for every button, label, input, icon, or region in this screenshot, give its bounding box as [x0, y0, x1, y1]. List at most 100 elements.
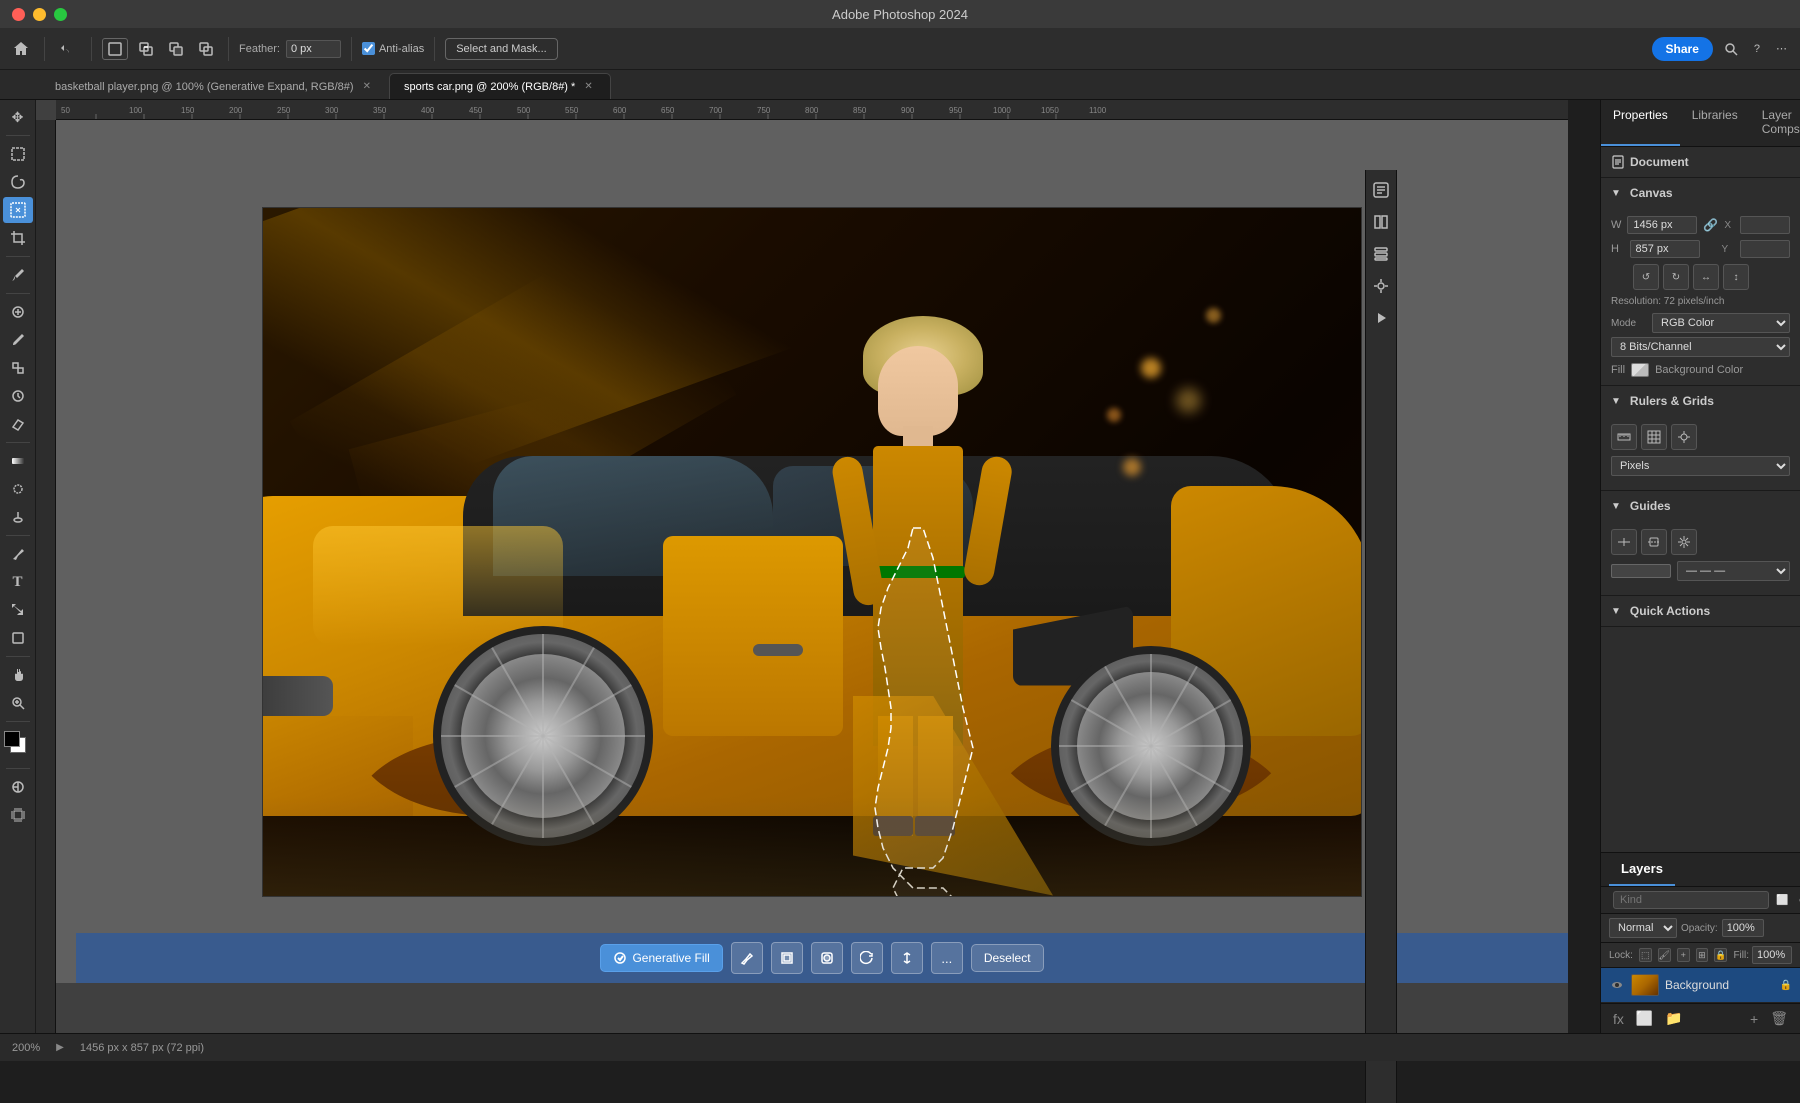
- rotate-ccw-button[interactable]: ↺: [1633, 264, 1659, 290]
- close-button[interactable]: [12, 8, 25, 21]
- flip-v-button[interactable]: ↕: [1723, 264, 1749, 290]
- path-select-tool-button[interactable]: [3, 597, 33, 623]
- guide-style-select[interactable]: — — — ——— · · ·: [1677, 561, 1790, 581]
- delete-layer-button[interactable]: 🗑: [1766, 1008, 1792, 1029]
- more-button[interactable]: ⋯: [1771, 39, 1792, 58]
- more-options-button[interactable]: ...: [931, 942, 963, 974]
- fill-input[interactable]: [1752, 946, 1792, 964]
- filter-adj-button[interactable]: ◐: [1795, 894, 1800, 907]
- marquee-tool-button[interactable]: [3, 141, 33, 167]
- new-selection-button[interactable]: [102, 38, 128, 60]
- crop-tool-button[interactable]: [3, 225, 33, 251]
- lock-transparent-button[interactable]: ⬚: [1639, 948, 1652, 962]
- foreground-color-swatch[interactable]: [4, 731, 20, 747]
- add-guide-v-button[interactable]: [1641, 529, 1667, 555]
- layers-tab[interactable]: Layers: [1609, 853, 1675, 886]
- opacity-input[interactable]: [1722, 919, 1764, 937]
- brush-tool-button[interactable]: [3, 327, 33, 353]
- blur-tool-button[interactable]: [3, 476, 33, 502]
- grid-icon-button[interactable]: [1641, 424, 1667, 450]
- maximize-button[interactable]: [54, 8, 67, 21]
- rotate-button[interactable]: [851, 942, 883, 974]
- mode-select[interactable]: RGB Color CMYK Color Grayscale: [1652, 313, 1790, 333]
- object-select-tool-button[interactable]: [3, 197, 33, 223]
- adjustments-panel-button[interactable]: [1367, 272, 1395, 300]
- subtract-selection-button[interactable]: [164, 39, 188, 59]
- add-guide-h-button[interactable]: [1611, 529, 1637, 555]
- dodge-tool-button[interactable]: [3, 504, 33, 530]
- stroke-tool-button[interactable]: [731, 942, 763, 974]
- tab-sports-car-close[interactable]: ✕: [581, 80, 595, 93]
- tab-basketball[interactable]: basketball player.png @ 100% (Generative…: [40, 73, 389, 99]
- link-wh-icon[interactable]: 🔗: [1703, 218, 1718, 232]
- undo-button[interactable]: [55, 38, 81, 60]
- tab-layer-comps[interactable]: Layer Comps: [1750, 100, 1800, 146]
- tab-properties[interactable]: Properties: [1601, 100, 1680, 146]
- lock-all-button[interactable]: 🔒: [1714, 948, 1727, 962]
- lock-position-button[interactable]: +: [1677, 948, 1690, 962]
- canvas-height-input[interactable]: [1630, 240, 1700, 258]
- layers-search-input[interactable]: [1613, 891, 1769, 909]
- transform-button[interactable]: [771, 942, 803, 974]
- rulers-grids-header[interactable]: ▼ Rulers & Grids: [1601, 386, 1800, 416]
- generative-fill-button[interactable]: Generative Fill: [600, 944, 722, 972]
- shape-tool-button[interactable]: [3, 625, 33, 651]
- anti-alias-wrap[interactable]: Anti-alias: [362, 42, 424, 55]
- add-fill-adjustment-button[interactable]: fx: [1609, 1009, 1628, 1029]
- minimize-button[interactable]: [33, 8, 46, 21]
- layer-visibility-toggle[interactable]: [1609, 977, 1625, 993]
- tab-libraries[interactable]: Libraries: [1680, 100, 1750, 146]
- color-swatches[interactable]: [4, 731, 32, 759]
- share-button[interactable]: Share: [1652, 37, 1713, 61]
- zoom-fit-button[interactable]: ▶: [56, 1042, 64, 1053]
- anti-alias-checkbox[interactable]: [362, 42, 375, 55]
- hand-tool-button[interactable]: [3, 662, 33, 688]
- history-tool-button[interactable]: [3, 383, 33, 409]
- eyedropper-tool-button[interactable]: [3, 262, 33, 288]
- tab-basketball-close[interactable]: ✕: [360, 80, 374, 93]
- feather-input[interactable]: [286, 40, 341, 58]
- add-selection-button[interactable]: [134, 39, 158, 59]
- ruler-units-select[interactable]: Pixels Inches Centimeters Points: [1611, 456, 1790, 476]
- artboard-button[interactable]: [3, 802, 33, 828]
- canvas-area[interactable]: 50 100 150 200 250 300 350 400 450 500: [36, 100, 1568, 1033]
- canvas-header[interactable]: ▼ Canvas: [1601, 178, 1800, 208]
- select-mask-button[interactable]: Select and Mask...: [445, 38, 558, 60]
- snap-icon-button[interactable]: [1671, 424, 1697, 450]
- libraries-panel-button[interactable]: [1367, 208, 1395, 236]
- help-button[interactable]: ?: [1749, 40, 1765, 58]
- rotate-cw-button[interactable]: ↻: [1663, 264, 1689, 290]
- guides-settings-button[interactable]: [1671, 529, 1697, 555]
- properties-panel-button[interactable]: [1367, 176, 1395, 204]
- healing-tool-button[interactable]: [3, 299, 33, 325]
- layer-comps-panel-button[interactable]: [1367, 240, 1395, 268]
- add-mask-button[interactable]: ⬜: [1632, 1008, 1657, 1029]
- create-new-layer-button[interactable]: +: [1746, 1009, 1762, 1029]
- play-button[interactable]: [1367, 304, 1395, 332]
- gradient-tool-button[interactable]: [3, 448, 33, 474]
- zoom-tool-button[interactable]: [3, 690, 33, 716]
- quick-mask-button[interactable]: [3, 774, 33, 800]
- filter-pixel-button[interactable]: ⬜: [1773, 894, 1791, 907]
- guides-header[interactable]: ▼ Guides: [1601, 491, 1800, 521]
- intersect-selection-button[interactable]: [194, 39, 218, 59]
- lasso-tool-button[interactable]: [3, 169, 33, 195]
- layer-item-background[interactable]: Background 🔒: [1601, 968, 1800, 1003]
- pen-tool-button[interactable]: [3, 541, 33, 567]
- deselect-button[interactable]: Deselect: [971, 944, 1044, 972]
- lock-image-button[interactable]: 🖌: [1658, 948, 1671, 962]
- lock-artboard-button[interactable]: ⊞: [1696, 948, 1709, 962]
- document-header[interactable]: Document: [1601, 147, 1800, 177]
- text-tool-button[interactable]: T: [3, 569, 33, 595]
- fill-swatch[interactable]: [1631, 363, 1649, 377]
- tab-sports-car[interactable]: sports car.png @ 200% (RGB/8#) * ✕: [389, 73, 611, 99]
- blend-mode-select[interactable]: Normal Multiply Screen Overlay: [1609, 918, 1677, 938]
- flip-h-button[interactable]: ↔: [1693, 264, 1719, 290]
- move-tool-button[interactable]: ✥: [3, 104, 33, 130]
- mask-button[interactable]: [811, 942, 843, 974]
- eraser-tool-button[interactable]: [3, 411, 33, 437]
- clone-tool-button[interactable]: [3, 355, 33, 381]
- flip-button[interactable]: [891, 942, 923, 974]
- ruler-icon-button[interactable]: [1611, 424, 1637, 450]
- canvas-x-input[interactable]: [1740, 216, 1790, 234]
